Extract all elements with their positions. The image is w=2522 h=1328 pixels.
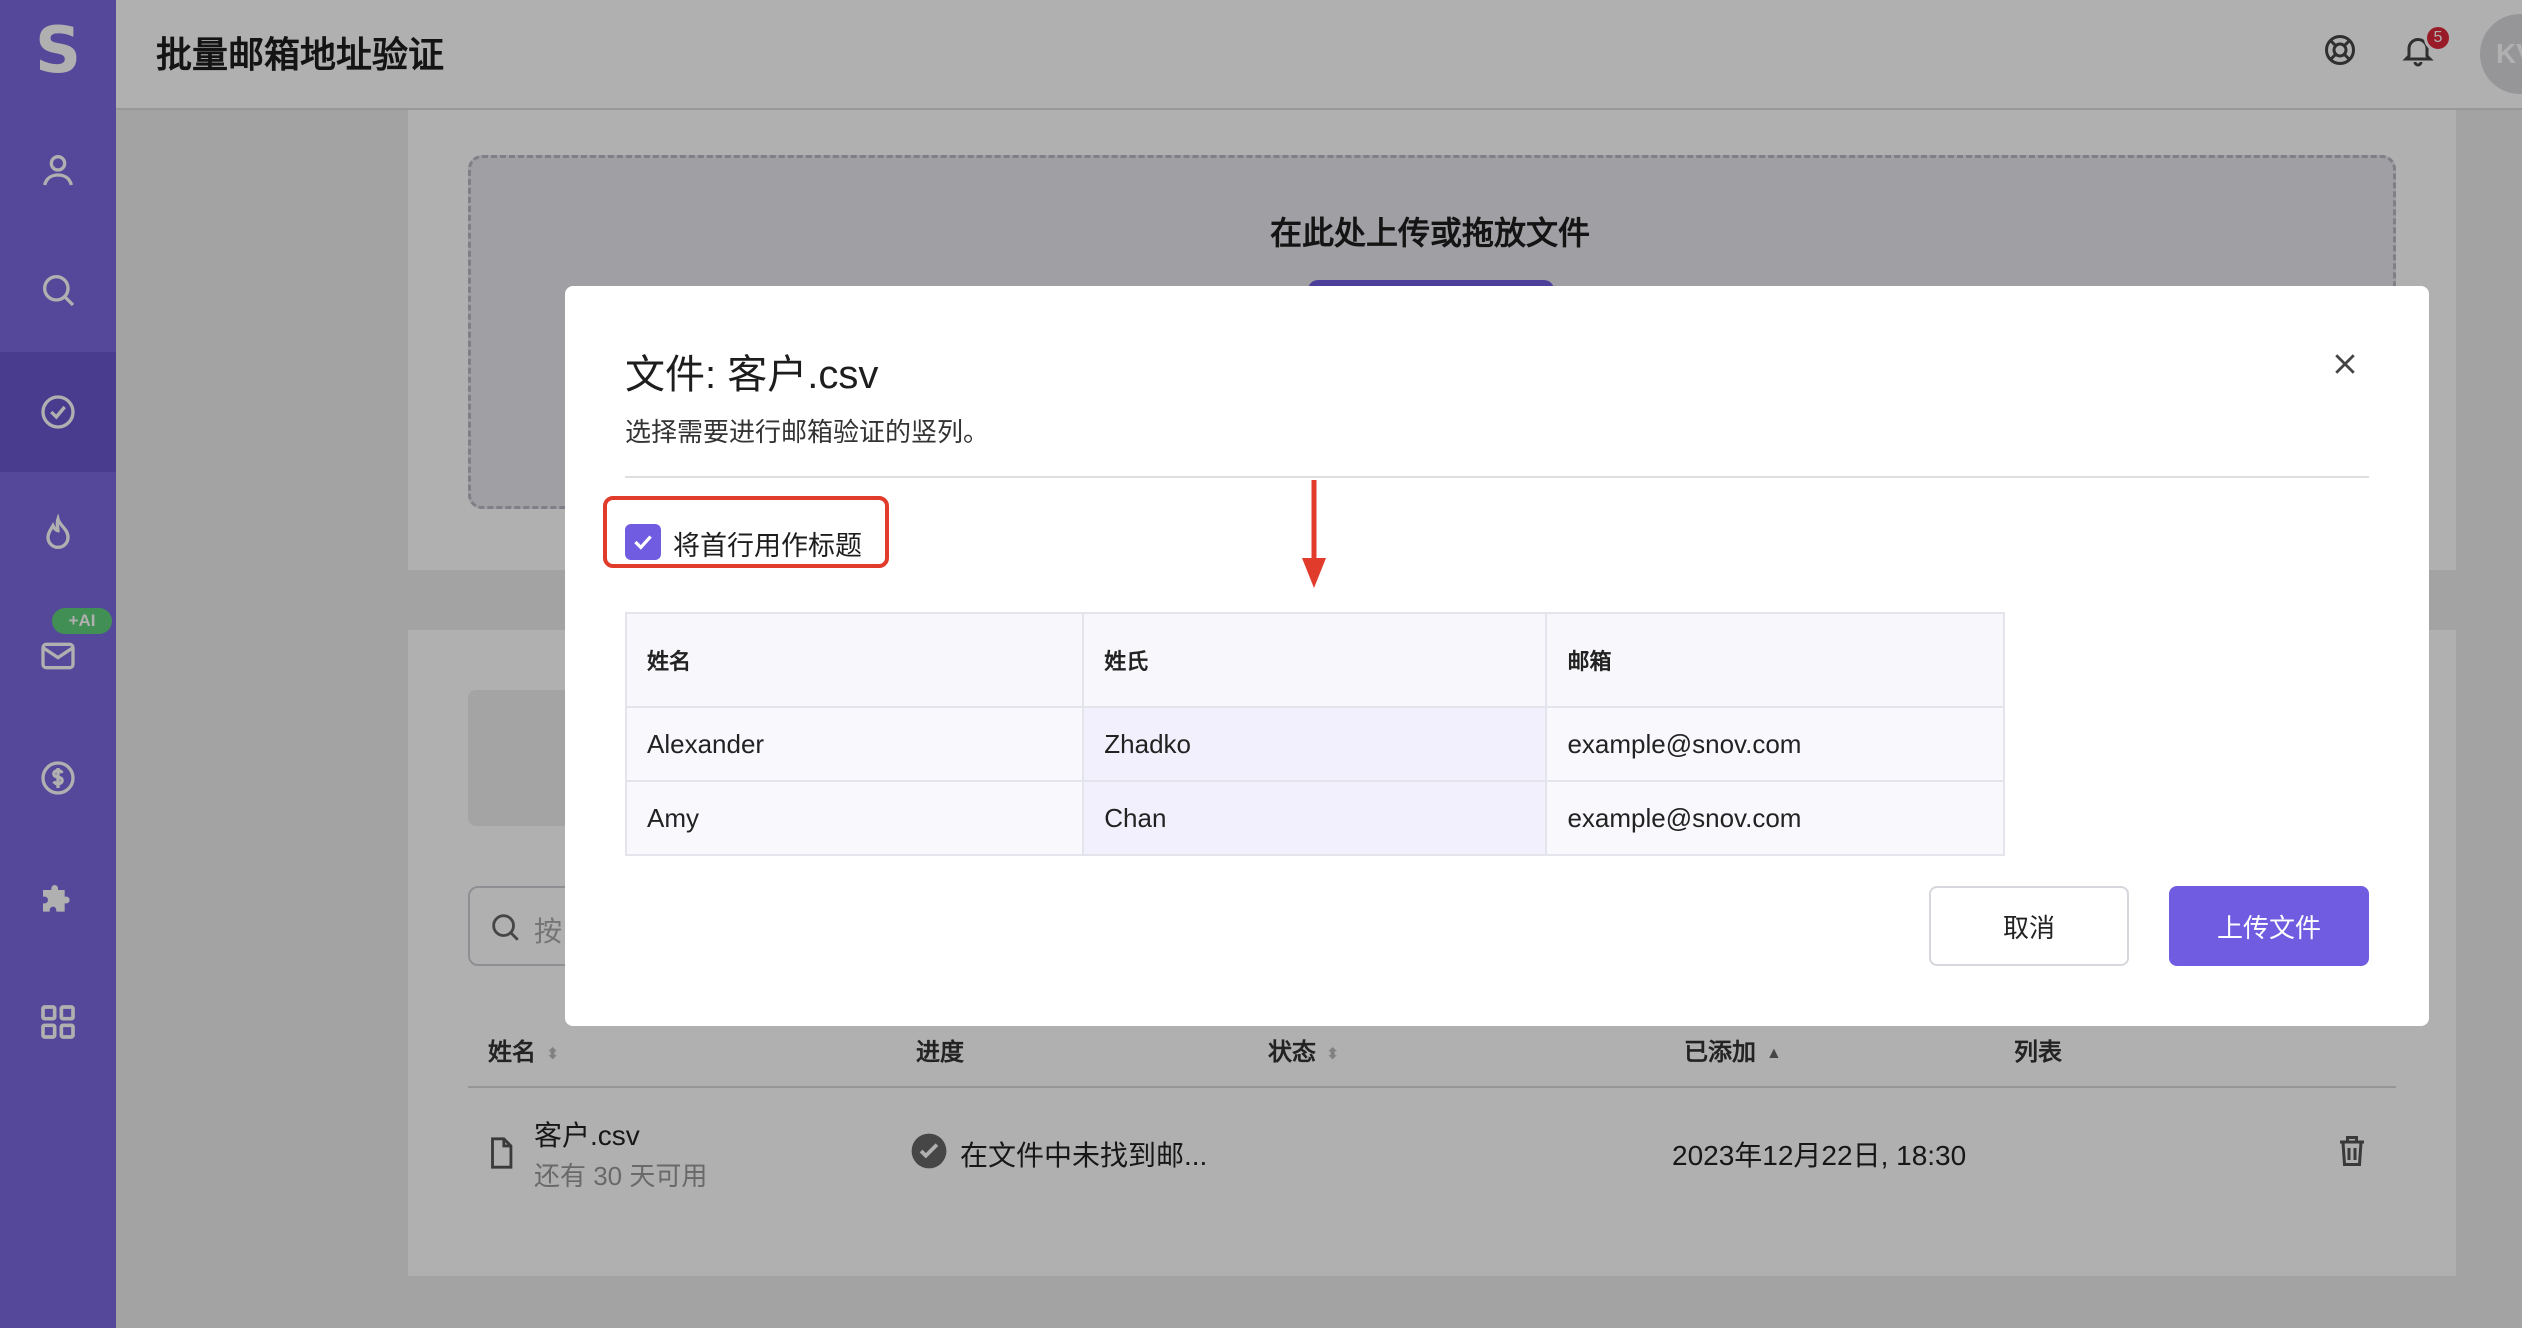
modal-title: 文件: 客户.csv [625, 353, 879, 397]
cancel-button[interactable]: 取消 [1929, 886, 2129, 966]
column-select-modal: 文件: 客户.csv 选择需要进行邮箱验证的竖列。 将首行用作标题 姓名 姓氏 … [565, 286, 2429, 1026]
column-header[interactable]: 姓氏 [1082, 612, 1548, 708]
column-header[interactable]: 邮箱 [1545, 612, 2005, 708]
red-arrow-annotation [1302, 480, 1326, 588]
divider [625, 476, 2369, 478]
table-header-row: 姓名 姓氏 邮箱 [624, 612, 2005, 708]
close-icon [2335, 354, 2355, 374]
table-cell: Chan [1082, 780, 1548, 856]
first-row-header-checkbox[interactable] [625, 524, 661, 560]
table-cell: example@snov.com [1545, 706, 2005, 782]
table-cell: example@snov.com [1545, 780, 2005, 856]
table-cell: Zhadko [1082, 706, 1548, 782]
first-row-header-label[interactable]: 将首行用作标题 [673, 524, 862, 563]
column-header[interactable]: 姓名 [624, 612, 1085, 708]
csv-preview-table: 姓名 姓氏 邮箱 Alexander Zhadko example@snov.c… [624, 612, 2005, 856]
table-row: Amy Chan example@snov.com [624, 780, 2005, 856]
checkmark-icon [634, 535, 652, 550]
close-button[interactable] [2325, 344, 2365, 384]
upload-file-button[interactable]: 上传文件 [2169, 886, 2369, 966]
table-row: Alexander Zhadko example@snov.com [624, 706, 2005, 782]
table-cell: Alexander [624, 706, 1085, 782]
table-cell: Amy [624, 780, 1085, 856]
modal-description: 选择需要进行邮箱验证的竖列。 [625, 417, 990, 447]
